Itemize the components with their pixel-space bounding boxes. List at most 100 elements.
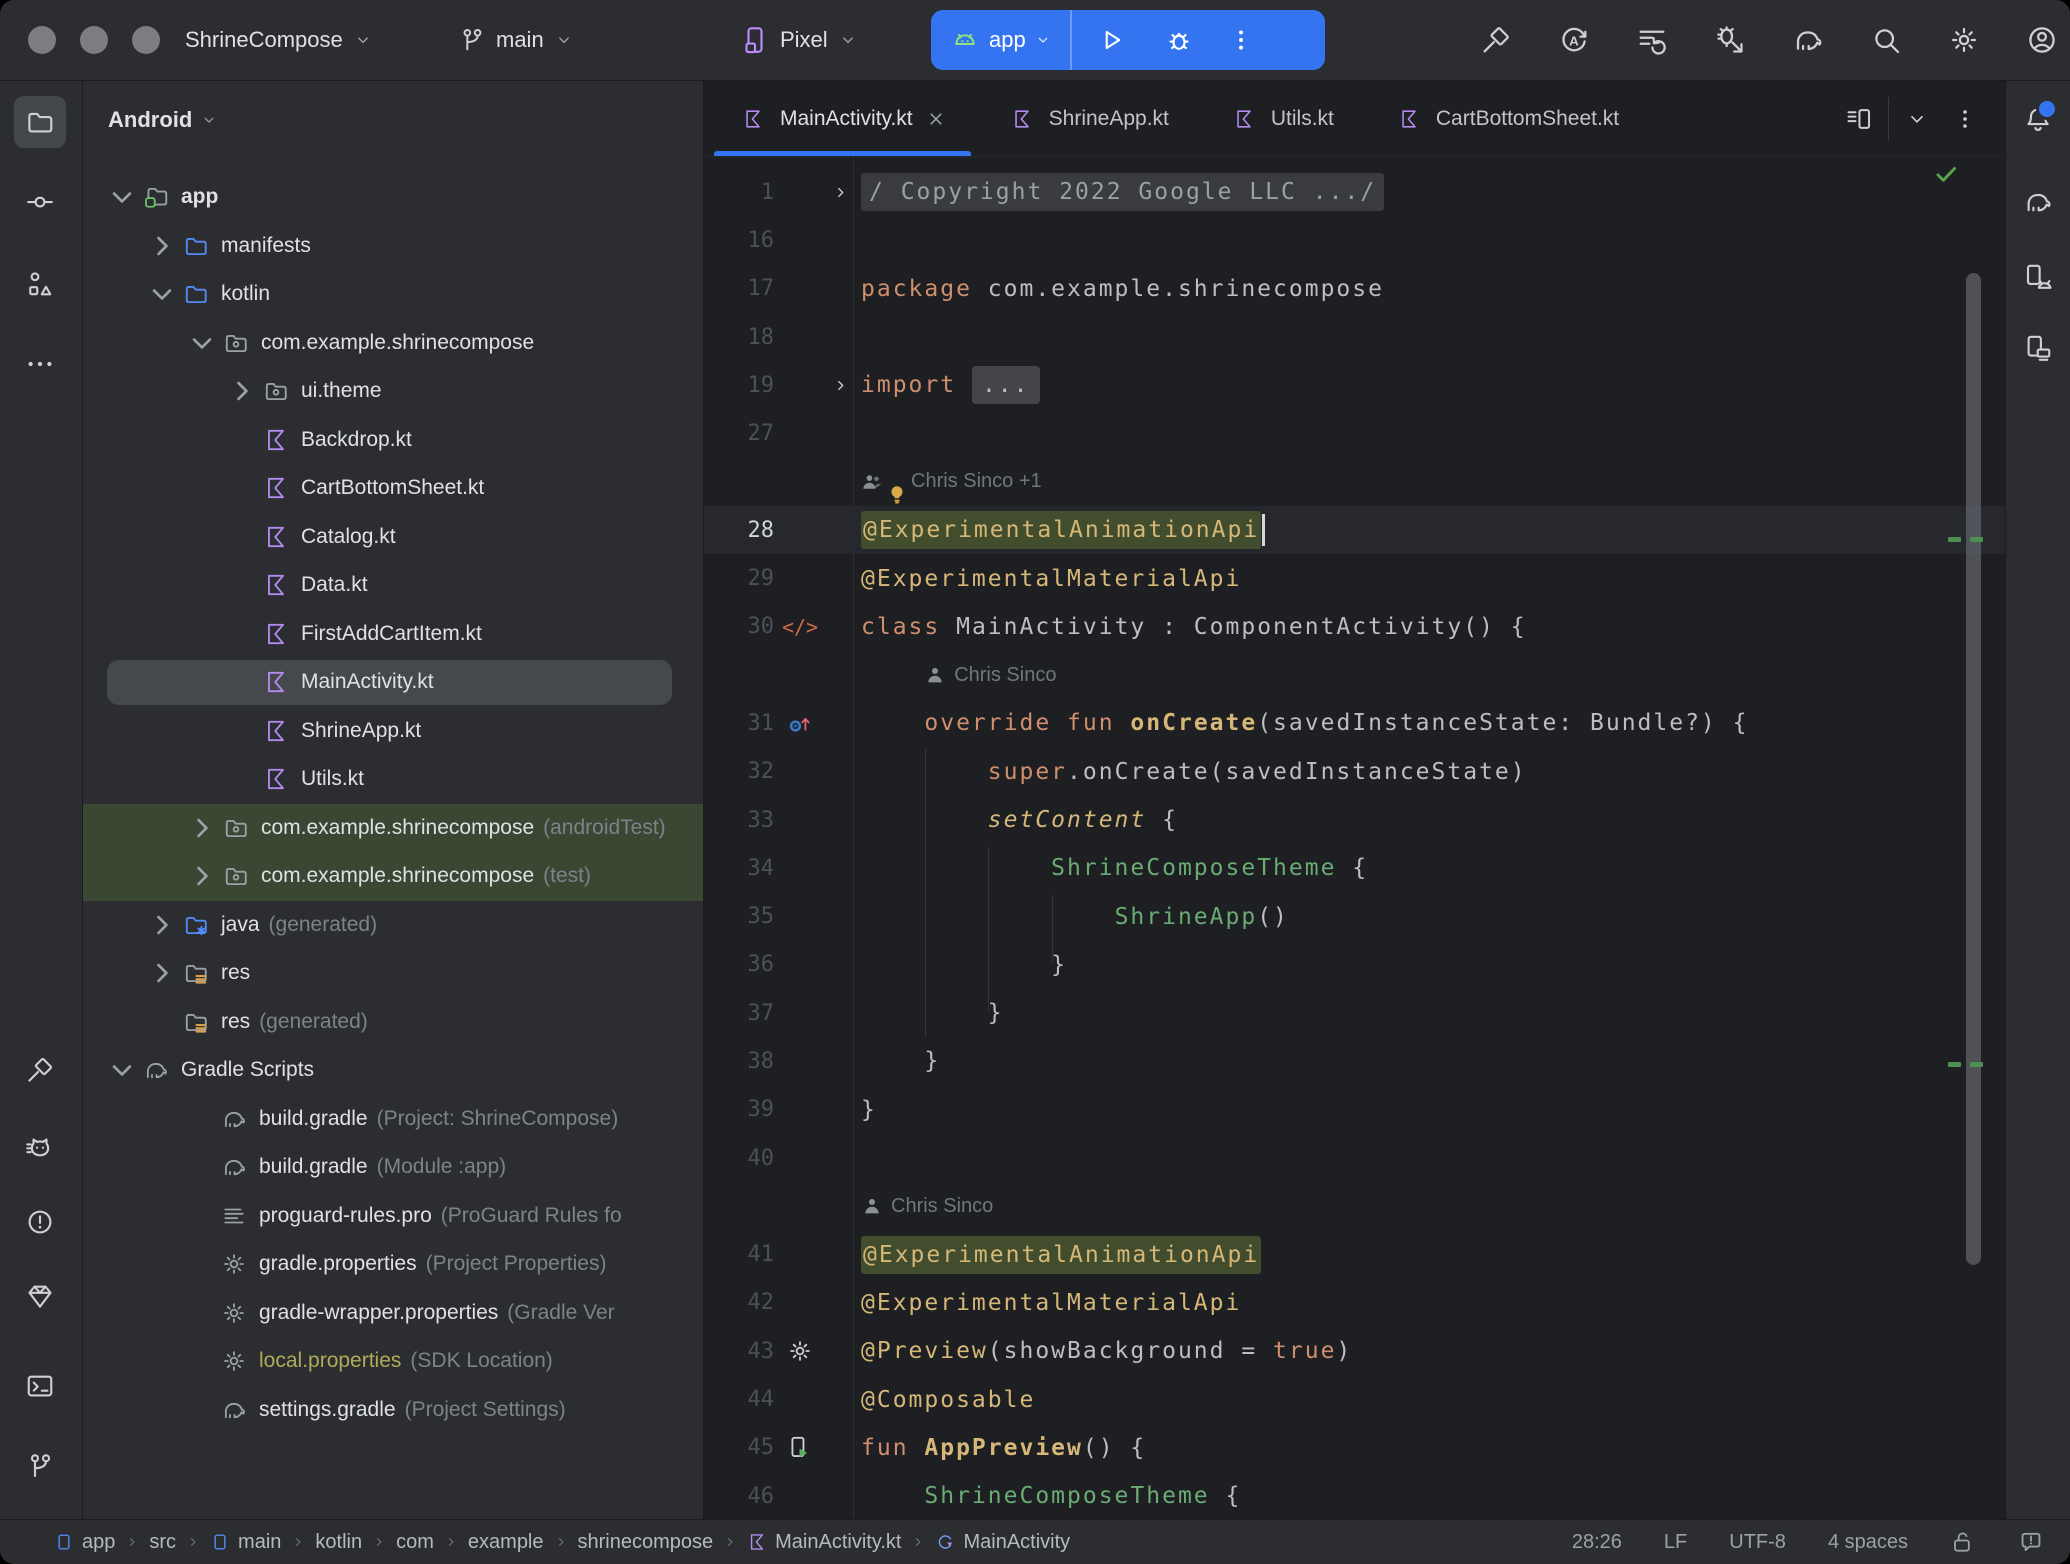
device-manager-icon[interactable] [2012, 251, 2064, 303]
breadcrumb-item[interactable]: kotlin [315, 1531, 362, 1554]
breadcrumb-item[interactable]: app [54, 1531, 115, 1554]
code-line-18[interactable]: 18 [704, 313, 2005, 361]
code-line-45[interactable]: 45 fun AppPreview() { [704, 1424, 2005, 1472]
search-icon[interactable] [1870, 24, 1902, 56]
breadcrumb-item[interactable]: example [468, 1531, 544, 1554]
tree-item[interactable]: local.properties (SDK Location) [83, 1337, 703, 1386]
tree-item[interactable]: MainActivity.kt [83, 658, 703, 707]
override-method-icon[interactable] [787, 710, 813, 736]
intention-bulb-icon[interactable] [885, 483, 909, 507]
tab-MainActivity.kt[interactable]: MainActivity.kt [708, 81, 977, 156]
device-selector[interactable]: Pixel [740, 0, 858, 80]
inspections-ok-icon[interactable] [1933, 161, 1959, 187]
tree-item[interactable]: Utils.kt [83, 755, 703, 804]
build-hammer-icon[interactable] [1480, 24, 1512, 56]
tree-item[interactable]: res [83, 949, 703, 998]
editor-scrollbar[interactable] [1966, 273, 1981, 1265]
code-line-41[interactable]: 41 @ExperimentalAnimationApi [704, 1231, 2005, 1279]
breadcrumb-item[interactable]: com [396, 1531, 434, 1554]
debug-button[interactable] [1164, 25, 1194, 55]
expand-icon[interactable] [143, 227, 181, 265]
code-line-29[interactable]: 29 @ExperimentalMaterialApi [704, 554, 2005, 602]
collapse-icon[interactable] [103, 1051, 141, 1089]
code-line-33[interactable]: 33 setContent { [704, 796, 2005, 844]
line-separator[interactable]: LF [1664, 1531, 1687, 1554]
attach-debugger-icon[interactable] [1714, 24, 1746, 56]
project-view-selector[interactable]: Android [108, 107, 218, 133]
tree-item[interactable]: com.example.shrinecompose [83, 319, 703, 368]
problems-bubble-icon[interactable] [2018, 1529, 2044, 1555]
version-control-tool-icon[interactable] [14, 1440, 66, 1492]
tree-item[interactable]: ui.theme [83, 367, 703, 416]
code-line-31[interactable]: 31 override fun onCreate(savedInstanceSt… [704, 699, 2005, 747]
code-line-43[interactable]: 43 @Preview(showBackground = true) [704, 1327, 2005, 1375]
code-line-34[interactable]: 34 ShrineComposeTheme { [704, 844, 2005, 892]
code-line-1[interactable]: 1 / Copyright 2022 Google LLC .../ [704, 168, 2005, 216]
tree-item[interactable]: Data.kt [83, 561, 703, 610]
code-line-28[interactable]: 28 @ExperimentalAnimationApi [704, 506, 2005, 554]
build-tool-icon[interactable] [14, 1044, 66, 1096]
more-tool-windows-icon[interactable] [14, 338, 66, 390]
code-line-40[interactable]: 40 [704, 1134, 2005, 1182]
app-quality-insights-icon[interactable] [14, 1270, 66, 1322]
breadcrumb-item[interactable]: MainActivity [935, 1531, 1070, 1554]
code-line-46[interactable]: 46 ShrineComposeTheme { [704, 1472, 2005, 1520]
tab-list-chevron-icon[interactable] [1905, 107, 1929, 131]
account-icon[interactable] [2026, 24, 2058, 56]
notifications-icon[interactable] [2012, 94, 2064, 146]
code-line-44[interactable]: 44 @Composable [704, 1375, 2005, 1423]
code-line-38[interactable]: 38 } [704, 1037, 2005, 1085]
project-selector[interactable]: ShrineCompose [185, 0, 373, 80]
caret-position[interactable]: 28:26 [1572, 1531, 1622, 1554]
tree-item[interactable]: Gradle Scripts [83, 1046, 703, 1095]
tree-item[interactable]: app [83, 173, 703, 222]
tab-Utils.kt[interactable]: Utils.kt [1199, 81, 1364, 156]
tree-item[interactable]: CartBottomSheet.kt [83, 464, 703, 513]
profiler-icon[interactable] [1636, 24, 1668, 56]
code-line-32[interactable]: 32 super.onCreate(savedInstanceState) [704, 748, 2005, 796]
tree-item[interactable]: build.gradle (Module :app) [83, 1143, 703, 1192]
code-author-hint[interactable]: Chris Sinco [704, 651, 2005, 699]
tree-item[interactable]: gradle-wrapper.properties (Gradle Ver [83, 1289, 703, 1338]
code-area[interactable]: 1 / Copyright 2022 Google LLC .../ 16 17… [704, 157, 2005, 1520]
project-tool-icon[interactable] [14, 96, 66, 148]
tree-item[interactable]: Catalog.kt [83, 513, 703, 562]
tree-item[interactable]: FirstAddCartItem.kt [83, 610, 703, 659]
tree-item[interactable]: gradle.properties (Project Properties) [83, 1240, 703, 1289]
fold-icon[interactable] [831, 183, 850, 202]
preview-gear-icon[interactable] [787, 1338, 813, 1364]
branch-selector[interactable]: main [458, 0, 574, 80]
tree-item[interactable]: manifests [83, 222, 703, 271]
run-preview-icon[interactable] [787, 1435, 813, 1461]
tree-item[interactable]: java (generated) [83, 901, 703, 950]
code-line-27[interactable]: 27 [704, 409, 2005, 457]
indent-style[interactable]: 4 spaces [1828, 1531, 1908, 1554]
expand-icon[interactable] [183, 809, 221, 847]
breadcrumb-item[interactable]: main [210, 1531, 281, 1554]
collapse-icon[interactable] [103, 178, 141, 216]
code-line-30[interactable]: 30 </> class MainActivity : ComponentAct… [704, 603, 2005, 651]
code-line-35[interactable]: 35 ShrineApp() [704, 892, 2005, 940]
code-author-hint[interactable]: Chris Sinco [704, 1182, 2005, 1230]
collapse-icon[interactable] [143, 275, 181, 313]
code-author-hint[interactable]: Chris Sinco +1 [704, 458, 2005, 506]
gradle-sync-icon[interactable] [1792, 24, 1824, 56]
breadcrumb-item[interactable]: src [149, 1531, 176, 1554]
logcat-tool-icon[interactable] [14, 1124, 66, 1176]
window-controls[interactable] [28, 26, 160, 54]
tree-item[interactable]: com.example.shrinecompose (androidTest) [83, 804, 703, 853]
file-encoding[interactable]: UTF-8 [1729, 1531, 1786, 1554]
code-line-16[interactable]: 16 [704, 216, 2005, 264]
settings-icon[interactable] [1948, 24, 1980, 56]
run-configuration[interactable]: app [989, 27, 1026, 53]
tree-item[interactable]: build.gradle (Project: ShrineCompose) [83, 1095, 703, 1144]
collapse-icon[interactable] [183, 324, 221, 362]
running-devices-icon[interactable] [2012, 322, 2064, 374]
expand-icon[interactable] [183, 857, 221, 895]
tree-item[interactable]: ShrineApp.kt [83, 707, 703, 756]
code-line-39[interactable]: 39 } [704, 1086, 2005, 1134]
readonly-lock-icon[interactable] [1950, 1529, 1976, 1555]
tree-item[interactable]: settings.gradle (Project Settings) [83, 1386, 703, 1435]
problems-tool-icon[interactable] [14, 1196, 66, 1248]
gradle-tool-icon[interactable] [2012, 176, 2064, 228]
